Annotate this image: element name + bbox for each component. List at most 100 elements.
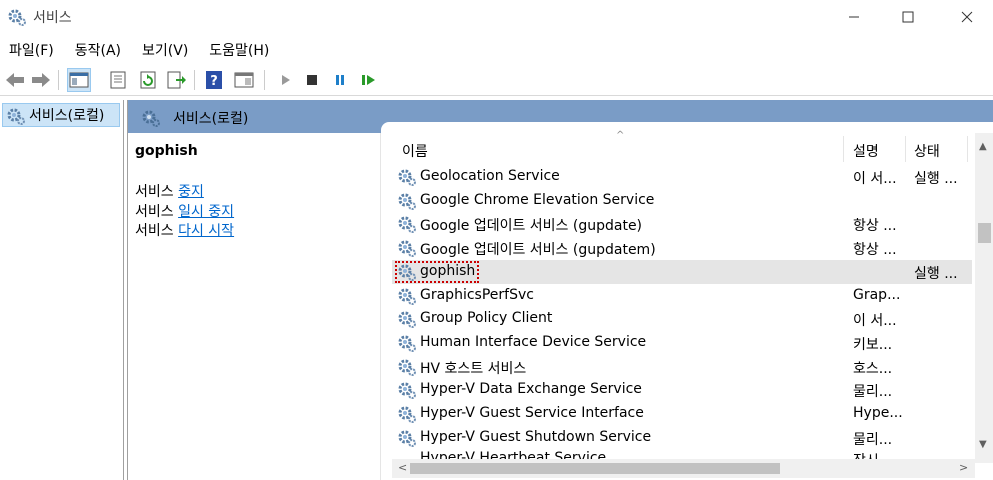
service-description: 물리...	[853, 384, 893, 401]
scroll-up-icon[interactable]: ▲	[979, 141, 987, 152]
service-name: Group Policy Client	[420, 310, 553, 327]
table-row[interactable]: Group Policy Client 이 서...	[392, 307, 972, 331]
service-status: 실행 ...	[914, 171, 958, 187]
window-title: 서비스	[33, 10, 72, 26]
console-tree-icon	[69, 72, 89, 88]
table-row[interactable]: Google 업데이트 서비스 (gupdate) 항상 ...	[392, 212, 972, 236]
console-tree: 서비스(로컬)	[0, 100, 124, 480]
service-gear-icon	[397, 286, 417, 310]
extended-panel: gophish 서비스 중지 서비스 일시 중지 서비스 다시 시작	[128, 133, 381, 480]
service-description: Grap...	[853, 286, 901, 303]
service-description: 항상 ...	[853, 218, 897, 235]
service-name: Google Chrome Elevation Service	[420, 191, 655, 208]
column-divider[interactable]	[843, 136, 844, 162]
properties-icon	[110, 71, 126, 89]
help-glyph: ?	[210, 74, 218, 89]
clipped-table-row: Hyper-V Heartbeat Service 잠시...	[392, 448, 975, 459]
refresh-button[interactable]	[136, 68, 160, 92]
restart-service-button[interactable]	[357, 68, 381, 92]
export-list-icon	[167, 71, 186, 89]
column-header-name[interactable]: 이름	[402, 136, 842, 162]
horizontal-scrollbar[interactable]: < >	[392, 459, 975, 478]
start-service-icon	[282, 75, 290, 85]
table-row[interactable]: Human Interface Device Service 키보...	[392, 331, 972, 355]
forward-button[interactable]	[29, 68, 53, 92]
selected-service-name: gophish	[135, 143, 198, 159]
pause-service-button[interactable]	[328, 68, 352, 92]
service-gear-icon	[397, 309, 417, 333]
restart-service-link[interactable]: 다시 시작	[178, 223, 234, 239]
table-row[interactable]: gophish 실행 ...	[392, 259, 972, 284]
service-gear-icon	[397, 380, 417, 404]
column-divider[interactable]	[905, 136, 906, 162]
service-status: 실행 ...	[914, 265, 958, 282]
close-button[interactable]	[944, 0, 990, 34]
help-button[interactable]: ?	[202, 68, 226, 92]
back-button[interactable]	[3, 68, 27, 92]
tree-item-services-local[interactable]: 서비스(로컬)	[2, 103, 120, 127]
service-gear-icon	[397, 333, 417, 357]
minimize-icon	[849, 16, 859, 18]
column-divider[interactable]	[967, 136, 968, 162]
standard-tab-corner	[381, 122, 993, 136]
start-service-button[interactable]	[274, 68, 298, 92]
vertical-scroll-thumb[interactable]	[978, 223, 991, 243]
horizontal-scroll-thumb[interactable]	[410, 463, 780, 474]
title-bar: 서비스	[0, 0, 993, 34]
service-description: 키보...	[853, 336, 893, 353]
table-row[interactable]: Hyper-V Data Exchange Service 물리...	[392, 378, 972, 402]
scroll-left-icon[interactable]: <	[398, 461, 407, 474]
action-prefix: 서비스	[135, 223, 179, 239]
table-row[interactable]: Hyper-V Guest Service Interface Hype...	[392, 402, 972, 426]
export-list-button[interactable]	[164, 68, 188, 92]
services-gear-icon	[8, 9, 26, 26]
stop-service-button[interactable]	[300, 68, 324, 92]
column-header-status[interactable]: 상태	[914, 136, 964, 162]
restart-service-icon	[362, 75, 375, 85]
service-name: Hyper-V Guest Service Interface	[420, 405, 644, 421]
service-name: HV 호스트 서비스	[420, 360, 527, 377]
service-name: Geolocation Service	[420, 168, 560, 184]
maximize-button[interactable]	[885, 0, 931, 34]
action-prefix: 서비스	[135, 184, 179, 200]
properties-button[interactable]	[106, 68, 130, 92]
content-header-title: 서비스(로컬)	[173, 111, 249, 127]
scroll-down-icon[interactable]: ▼	[979, 439, 987, 450]
service-name: Google 업데이트 서비스 (gupdatem)	[420, 242, 656, 259]
table-row[interactable]: GraphicsPerfSvc Grap...	[392, 284, 972, 308]
service-name: Hyper-V Data Exchange Service	[420, 381, 642, 398]
menu-action[interactable]: 동작(A)	[75, 36, 121, 62]
service-gear-icon	[397, 214, 417, 238]
service-description: 물리...	[853, 431, 893, 448]
service-gear-icon	[397, 191, 417, 215]
close-icon	[961, 11, 973, 23]
menu-view[interactable]: 보기(V)	[142, 36, 188, 62]
stop-service-link[interactable]: 중지	[178, 184, 204, 200]
service-name: Hyper-V Guest Shutdown Service	[420, 428, 652, 445]
column-header-description[interactable]: 설명	[853, 136, 903, 162]
console-tree-button[interactable]	[67, 68, 91, 92]
refresh-icon	[140, 71, 156, 89]
vertical-scrollbar[interactable]: ▲ ▼	[975, 133, 993, 463]
show-hide-pane-icon	[234, 72, 254, 88]
tree-item-label: 서비스(로컬)	[29, 108, 105, 124]
focus-rectangle	[395, 260, 479, 283]
pause-service-icon	[336, 75, 344, 85]
pause-service-link[interactable]: 일시 중지	[178, 204, 234, 220]
service-name: Google 업데이트 서비스 (gupdate)	[420, 218, 643, 235]
menu-file[interactable]: 파일(F)	[9, 36, 54, 62]
table-row[interactable]: Google Chrome Elevation Service	[392, 189, 972, 213]
minimize-button[interactable]	[831, 0, 877, 34]
maximize-icon	[902, 11, 914, 23]
scroll-right-icon[interactable]: >	[959, 461, 968, 474]
toolbar: ?	[0, 64, 993, 96]
table-row[interactable]: Google 업데이트 서비스 (gupdatem) 항상 ...	[392, 236, 972, 260]
service-description: 이 서...	[853, 171, 897, 187]
menu-help[interactable]: 도움말(H)	[209, 36, 269, 62]
show-hide-pane-button[interactable]	[232, 68, 256, 92]
services-content: 서비스(로컬) gophish 서비스 중지 서비스 일시 중지 서비스 다시 …	[127, 100, 993, 480]
table-row[interactable]: Hyper-V Guest Shutdown Service 물리...	[392, 426, 972, 450]
service-gear-icon	[397, 357, 417, 381]
table-row[interactable]: Geolocation Service 이 서... 실행 ...	[392, 165, 972, 189]
table-row[interactable]: HV 호스트 서비스 호스...	[392, 355, 972, 379]
